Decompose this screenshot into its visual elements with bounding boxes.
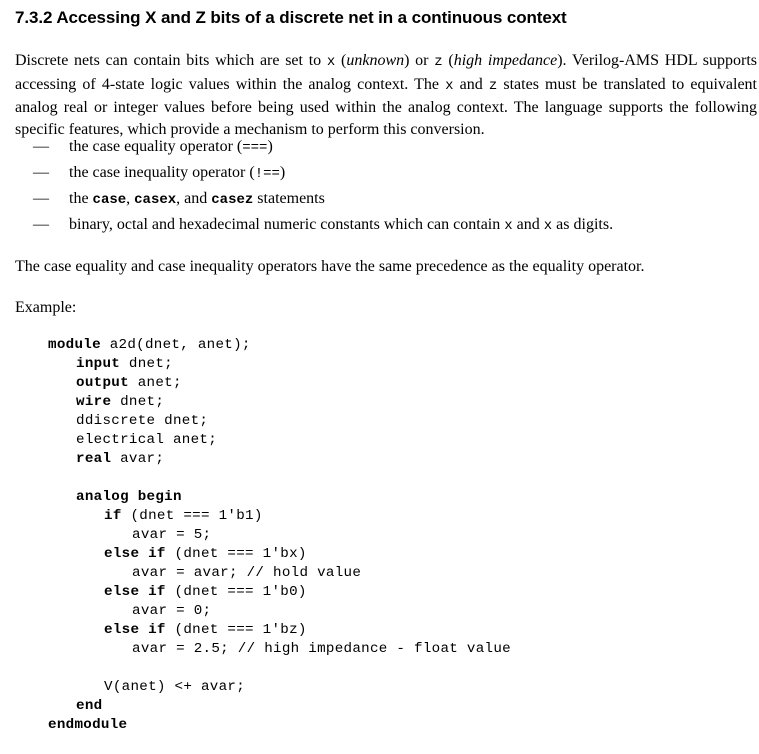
- z-literal: z: [434, 54, 443, 70]
- code-line: output anet;: [76, 374, 182, 393]
- code-line: V(anet) <+ avar;: [104, 679, 246, 695]
- code-line: avar = 0;: [132, 603, 212, 619]
- code-keyword: endmodule: [48, 717, 128, 733]
- code-keyword: real: [76, 451, 112, 467]
- list-item-text: and: [512, 216, 544, 233]
- code-keyword: else if: [104, 622, 166, 638]
- code-line: analog begin: [76, 488, 182, 507]
- code-text: (dnet === 1'bz): [165, 622, 307, 638]
- code-line: real avar;: [76, 450, 164, 469]
- feature-list: — the case equality operator (===) — the…: [0, 137, 759, 241]
- intro-paragraph: Discrete nets can contain bits which are…: [15, 50, 757, 140]
- example-label: Example:: [15, 299, 77, 316]
- intro-text: Discrete nets can contain bits which are…: [15, 52, 327, 69]
- list-item: — the case equality operator (===): [0, 137, 759, 163]
- x-literal: x: [504, 218, 513, 234]
- code-line: electrical anet;: [76, 432, 218, 448]
- x-literal: x: [445, 77, 454, 94]
- intro-text: and: [453, 75, 489, 93]
- operator: ===: [242, 140, 268, 156]
- list-item-text: , and: [176, 190, 212, 207]
- code-line: input dnet;: [76, 355, 173, 374]
- list-item-text: the case inequality operator (: [69, 164, 255, 181]
- code-text: (dnet === 1'b0): [165, 584, 307, 600]
- code-line: avar = 2.5; // high impedance - float va…: [132, 641, 511, 657]
- keyword: case: [92, 192, 127, 208]
- code-keyword: else if: [104, 546, 166, 562]
- bullet-dash: —: [33, 164, 49, 181]
- unknown-term: unknown: [346, 52, 405, 69]
- section-title: Accessing X and Z bits of a discrete net…: [56, 8, 567, 27]
- precedence-note: The case equality and case inequality op…: [15, 258, 645, 275]
- list-item-text: the case equality operator (: [69, 138, 243, 155]
- code-line: if (dnet === 1'b1): [104, 507, 263, 526]
- list-item: — binary, octal and hexadecimal numeric …: [0, 215, 759, 241]
- operator: !==: [254, 166, 280, 182]
- list-item: — the case inequality operator (!==): [0, 163, 759, 189]
- code-example: module a2d(dnet, anet); input dnet; outp…: [0, 336, 759, 754]
- list-item-text: ,: [126, 190, 135, 207]
- code-line: avar = avar; // hold value: [132, 565, 362, 581]
- keyword: casex: [134, 192, 177, 208]
- intro-text: (: [335, 52, 347, 69]
- code-line: module a2d(dnet, anet);: [48, 336, 251, 355]
- code-line: else if (dnet === 1'bx): [104, 545, 307, 564]
- intro-text: ) or: [404, 52, 435, 69]
- list-item-text: ): [279, 164, 286, 181]
- list-item-text: ): [267, 138, 273, 155]
- code-line: else if (dnet === 1'bz): [104, 621, 307, 640]
- section-number: 7.3.2: [15, 8, 53, 27]
- code-keyword: output: [76, 375, 129, 391]
- code-text: avar;: [111, 451, 165, 467]
- code-keyword: module: [48, 337, 101, 353]
- z-literal: z: [488, 77, 498, 94]
- list-item-text: as digits.: [552, 216, 614, 233]
- code-text: (dnet === 1'b1): [121, 508, 263, 524]
- list-item-text: the: [69, 190, 93, 207]
- intro-text: (: [442, 52, 454, 69]
- code-line: else if (dnet === 1'b0): [104, 583, 307, 602]
- code-text: a2d(dnet, anet);: [100, 337, 251, 353]
- bullet-dash: —: [33, 190, 49, 207]
- code-keyword: if: [104, 508, 122, 524]
- code-line: end: [76, 697, 102, 716]
- list-item-text: binary, octal and hexadecimal numeric co…: [69, 216, 505, 233]
- code-keyword: else if: [104, 584, 166, 600]
- keyword: casez: [211, 192, 254, 208]
- code-line: avar = 5;: [132, 527, 212, 543]
- code-line: ddiscrete dnet;: [76, 413, 209, 429]
- code-keyword: input: [76, 356, 121, 372]
- high-impedance-term: high impedance: [453, 52, 558, 69]
- code-text: dnet;: [111, 394, 165, 410]
- code-keyword: wire: [76, 394, 112, 410]
- code-line: wire dnet;: [76, 393, 164, 412]
- list-item: — the case, casex, and casez statements: [0, 189, 759, 215]
- code-keyword: end: [76, 698, 103, 714]
- code-text: dnet;: [120, 356, 173, 372]
- section-heading: 7.3.2 Accessing X and Z bits of a discre…: [15, 8, 567, 28]
- list-item-text: statements: [253, 190, 325, 207]
- bullet-dash: —: [33, 216, 49, 233]
- code-line: endmodule: [48, 716, 127, 735]
- code-keyword: analog begin: [76, 489, 182, 505]
- code-text: anet;: [128, 375, 182, 391]
- x-literal: x: [543, 218, 553, 234]
- bullet-dash: —: [33, 138, 49, 155]
- code-text: (dnet === 1'bx): [165, 546, 307, 562]
